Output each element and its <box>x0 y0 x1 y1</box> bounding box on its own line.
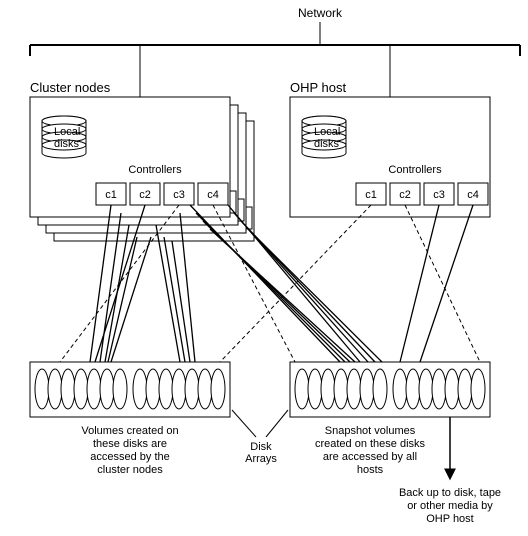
svg-text:Snapshot volumes: Snapshot volumes <box>325 425 416 437</box>
architecture-diagram: Local disks Controllers c1 c2 c3 c4 <box>0 0 528 536</box>
right-disk-array <box>290 362 490 417</box>
right-caption: Snapshot volumes created on these disks … <box>315 425 426 476</box>
cluster-title: Cluster nodes <box>30 80 111 95</box>
svg-text:are accessed by all: are accessed by all <box>323 451 417 463</box>
svg-text:Back up to disk, tape: Back up to disk, tape <box>399 487 501 499</box>
network-label: Network <box>298 6 343 20</box>
svg-text:created on these disks: created on these disks <box>315 438 426 450</box>
left-disk-array <box>30 362 230 417</box>
ohp-solid-lines <box>400 205 473 362</box>
svg-text:Disk: Disk <box>250 441 272 453</box>
svg-text:accessed by the: accessed by the <box>90 451 170 463</box>
backup-caption: Back up to disk, tape or other media by … <box>399 487 501 525</box>
svg-text:these disks are: these disks are <box>93 438 167 450</box>
svg-text:OHP host: OHP host <box>426 513 474 525</box>
ohp-title: OHP host <box>290 80 347 95</box>
left-caption: Volumes created on these disks are acces… <box>81 425 178 476</box>
svg-text:cluster nodes: cluster nodes <box>97 464 163 476</box>
svg-text:Arrays: Arrays <box>245 453 277 465</box>
ohp-dashed-lines <box>220 205 480 362</box>
disk-arrays-label: Disk Arrays <box>232 410 288 465</box>
svg-text:or other media by: or other media by <box>407 500 493 512</box>
svg-text:Volumes created on: Volumes created on <box>81 425 178 437</box>
svg-text:hosts: hosts <box>357 464 384 476</box>
ohp-host <box>290 97 490 217</box>
